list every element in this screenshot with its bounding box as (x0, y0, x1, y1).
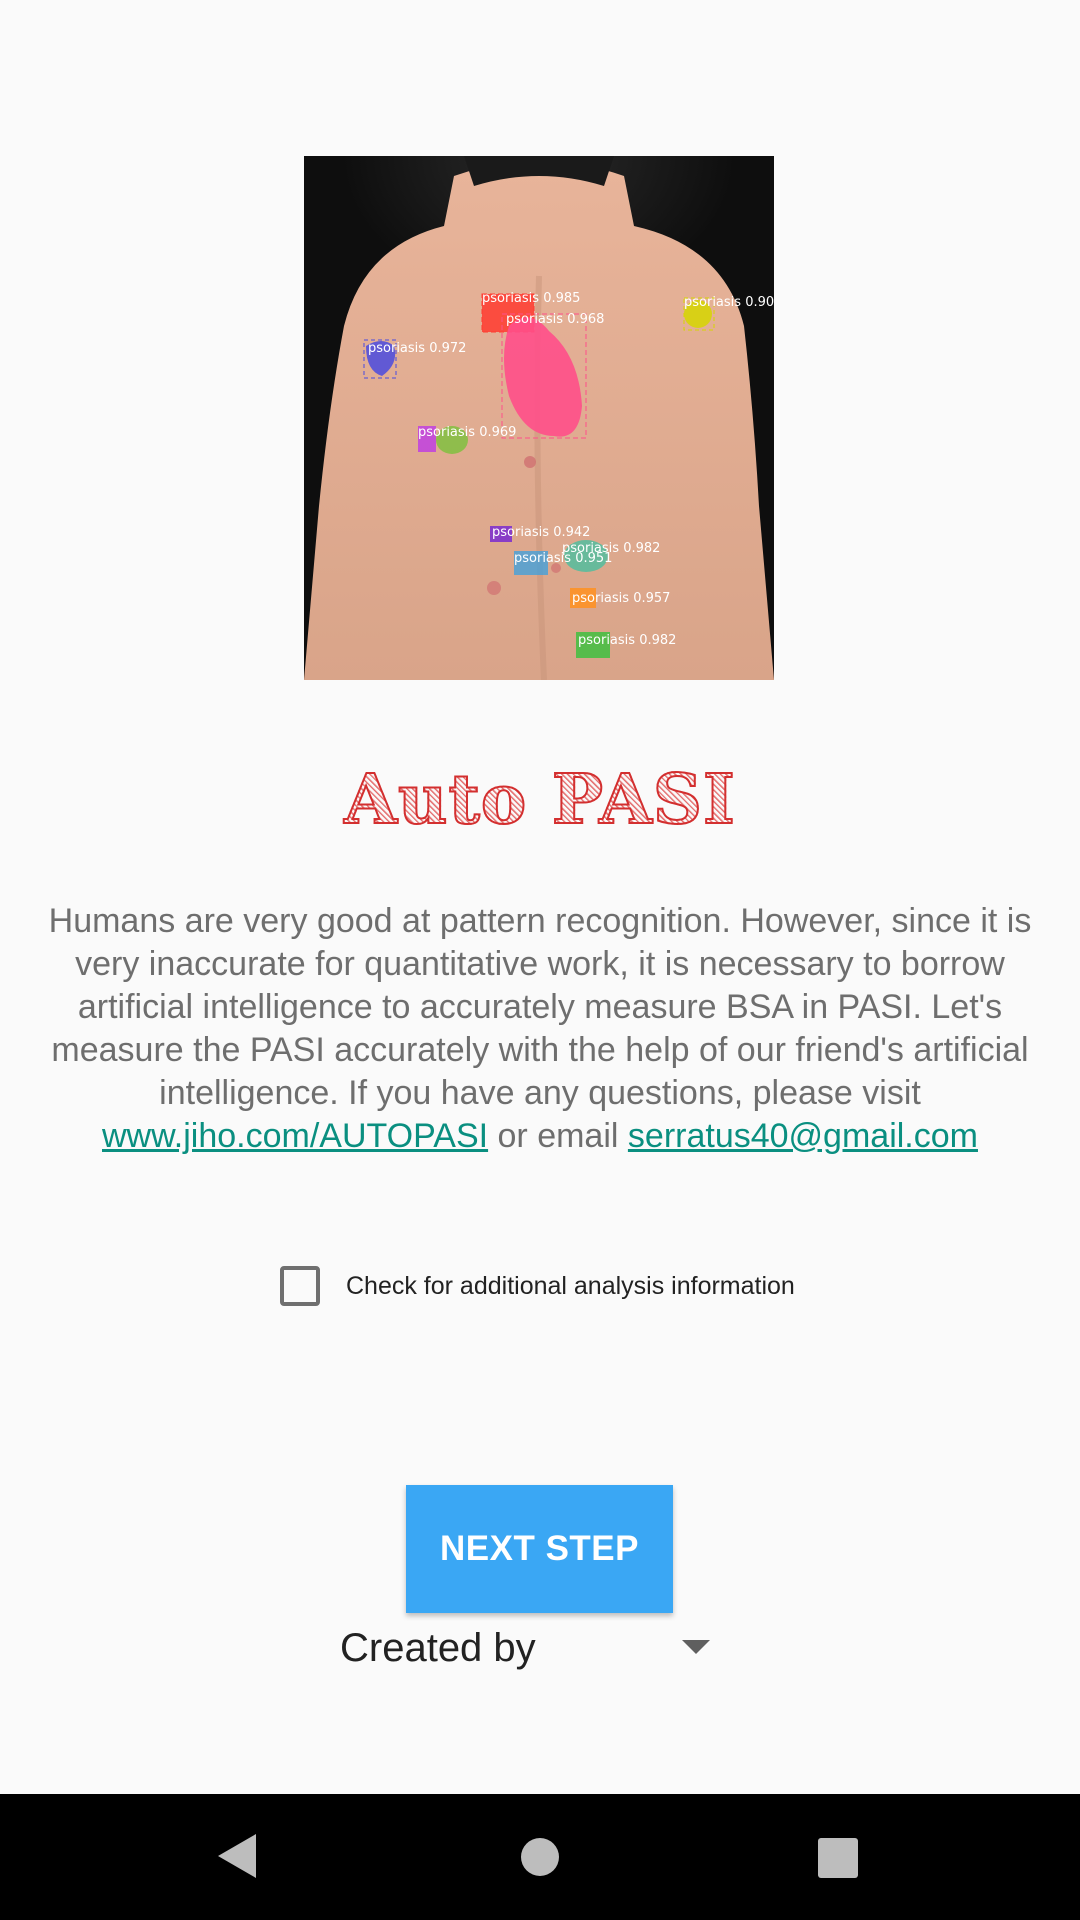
dropdown-arrow-icon (682, 1640, 710, 1654)
detection-label: psoriasis 0.90 (684, 295, 774, 310)
created-by-spinner[interactable]: Created by (340, 1618, 720, 1678)
additional-info-checkbox[interactable] (280, 1266, 320, 1306)
app-title-text: Auto PASI (343, 759, 736, 841)
description-or-email: or email (488, 1117, 628, 1155)
detection-label: psoriasis 0.942 (492, 525, 590, 540)
home-icon[interactable] (521, 1838, 559, 1876)
email-link[interactable]: serratus40@gmail.com (628, 1117, 978, 1155)
spinner-selected-value: Created by (340, 1625, 536, 1670)
app-title: Auto PASI (0, 759, 1080, 841)
detection-label: psoriasis 0.957 (572, 591, 670, 606)
detection-label: psoriasis 0.972 (368, 341, 466, 356)
recents-icon[interactable] (818, 1838, 858, 1878)
detection-label: psoriasis 0.968 (506, 312, 604, 327)
detection-label: psoriasis 0.951 (514, 551, 612, 566)
detection-label: psoriasis 0.969 (418, 425, 516, 440)
app-description: Humans are very good at pattern recognit… (30, 900, 1050, 1158)
detection-label: psoriasis 0.985 (482, 291, 580, 306)
screen: psoriasis 0.985 psoriasis 0.968 psoriasi… (0, 0, 1080, 1920)
detection-label: psoriasis 0.982 (578, 633, 676, 648)
back-icon[interactable] (218, 1834, 256, 1878)
additional-info-label[interactable]: Check for additional analysis informatio… (346, 1272, 795, 1301)
next-step-button[interactable]: NEXT STEP (406, 1485, 673, 1613)
description-text: Humans are very good at pattern recognit… (48, 902, 1032, 1112)
website-link[interactable]: www.jiho.com/AUTOPASI (102, 1117, 488, 1155)
psoriasis-detection-image: psoriasis 0.985 psoriasis 0.968 psoriasi… (304, 156, 774, 680)
system-navigation-bar (0, 1794, 1080, 1920)
additional-info-checkbox-row[interactable]: Check for additional analysis informatio… (280, 1262, 795, 1310)
